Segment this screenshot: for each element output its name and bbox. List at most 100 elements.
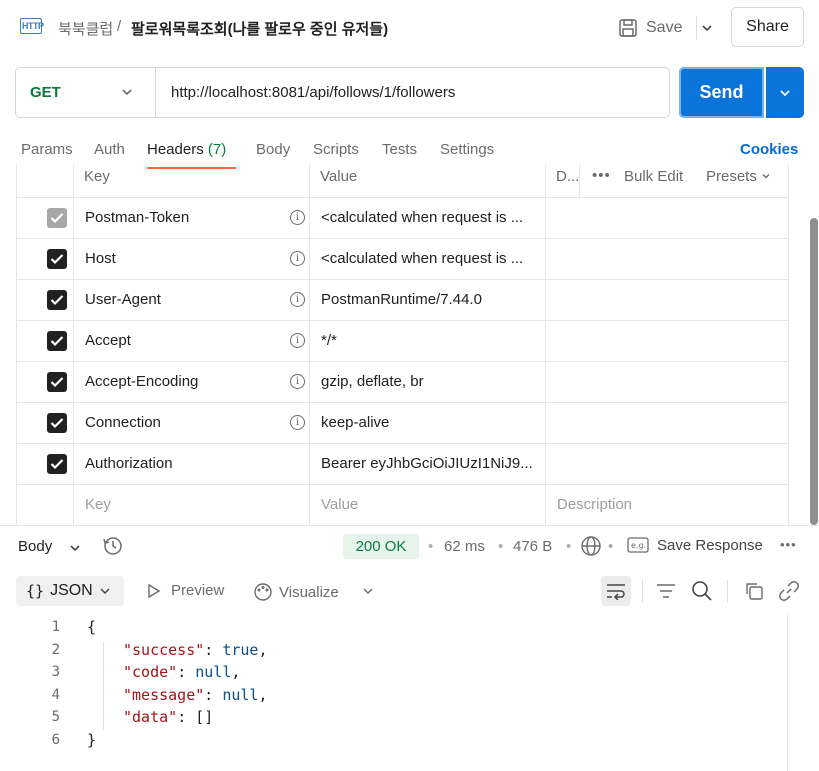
separator-dot: • bbox=[498, 538, 504, 555]
chevron-down-icon[interactable] bbox=[68, 541, 82, 555]
info-icon[interactable]: i bbox=[290, 292, 305, 307]
save-button[interactable]: Save bbox=[618, 14, 682, 42]
line-number: 1 bbox=[51, 619, 60, 635]
response-size[interactable]: 476 B bbox=[513, 538, 552, 555]
method-label: GET bbox=[30, 84, 61, 101]
table-row: Connection i keep-alive bbox=[17, 402, 788, 443]
header-key[interactable]: User-Agent bbox=[85, 291, 161, 308]
code-line: "success": true, bbox=[123, 641, 268, 659]
header-key[interactable]: Authorization bbox=[85, 455, 173, 472]
save-options-button[interactable] bbox=[696, 16, 716, 40]
json-value: [] bbox=[195, 708, 214, 726]
checkbox[interactable] bbox=[47, 331, 67, 351]
tab-headers[interactable]: Headers (7) bbox=[147, 141, 226, 158]
checkbox[interactable] bbox=[47, 372, 67, 392]
wrap-lines-button[interactable] bbox=[601, 576, 631, 606]
table-row: Host i <calculated when request is ... bbox=[17, 238, 788, 279]
json-key: "success" bbox=[123, 641, 205, 659]
status-badge[interactable]: 200 OK bbox=[343, 534, 419, 559]
table-row: User-Agent i PostmanRuntime/7.44.0 bbox=[17, 279, 788, 320]
url-input[interactable]: http://localhost:8081/api/follows/1/foll… bbox=[171, 68, 455, 117]
bulk-edit-button[interactable]: Bulk Edit bbox=[624, 168, 683, 185]
tab-body[interactable]: Body bbox=[256, 141, 290, 158]
header-key[interactable]: Accept bbox=[85, 332, 131, 349]
checkbox[interactable] bbox=[47, 454, 67, 474]
chevron-down-icon bbox=[100, 588, 110, 595]
visualize-tab[interactable]: Visualize bbox=[253, 582, 339, 602]
svg-text:e.g.: e.g. bbox=[631, 541, 646, 550]
tab-params[interactable]: Params bbox=[21, 141, 73, 158]
format-select[interactable]: {} JSON bbox=[16, 576, 124, 606]
checkbox[interactable] bbox=[47, 208, 67, 228]
top-bar: HTTP 북북클럽 / 팔로워목록조회(나를 팔로우 중인 유저들) Save … bbox=[0, 0, 819, 56]
new-description-input[interactable]: Description bbox=[557, 496, 757, 513]
header-key[interactable]: Connection bbox=[85, 414, 161, 431]
response-code-viewer[interactable]: 1 2 3 4 5 6 { "success": true, "code": n… bbox=[0, 615, 819, 771]
send-button[interactable]: Send bbox=[679, 67, 764, 118]
save-response-label: Save Response bbox=[657, 536, 763, 554]
table-row: Postman-Token i <calculated when request… bbox=[17, 197, 788, 238]
globe-icon[interactable] bbox=[580, 535, 602, 557]
presets-dropdown[interactable]: Presets bbox=[706, 168, 771, 185]
open-brace: { bbox=[87, 618, 97, 636]
new-key-input[interactable]: Key bbox=[85, 496, 111, 513]
more-options-icon[interactable]: ••• bbox=[780, 537, 797, 552]
save-response-button[interactable]: e.g. Save Response bbox=[627, 536, 763, 554]
header-value[interactable]: <calculated when request is ... bbox=[321, 209, 543, 226]
table-row-empty: Key Value Description bbox=[17, 484, 788, 525]
breadcrumb-parent[interactable]: 북북클럽 bbox=[58, 18, 113, 39]
tab-headers-label: Headers bbox=[147, 141, 204, 158]
more-options-icon[interactable]: ••• bbox=[592, 167, 611, 184]
close-brace: } bbox=[87, 731, 97, 749]
header-value[interactable]: <calculated when request is ... bbox=[321, 250, 543, 267]
indent-guide bbox=[103, 642, 104, 730]
toolbar-divider bbox=[727, 580, 728, 602]
header-value[interactable]: keep-alive bbox=[321, 414, 543, 431]
filter-icon[interactable] bbox=[656, 581, 676, 601]
checkbox[interactable] bbox=[47, 249, 67, 269]
preview-label: Preview bbox=[171, 582, 225, 599]
response-body-label[interactable]: Body bbox=[18, 538, 52, 555]
tab-auth[interactable]: Auth bbox=[94, 141, 125, 158]
share-button[interactable]: Share bbox=[731, 7, 804, 47]
response-time[interactable]: 62 ms bbox=[444, 538, 485, 555]
checkbox[interactable] bbox=[47, 290, 67, 310]
chevron-down-icon[interactable] bbox=[361, 584, 375, 598]
checkbox[interactable] bbox=[47, 413, 67, 433]
header-key[interactable]: Accept-Encoding bbox=[85, 373, 198, 390]
info-icon[interactable]: i bbox=[290, 333, 305, 348]
tab-tests[interactable]: Tests bbox=[382, 141, 417, 158]
header-value[interactable]: Bearer eyJhbGciOiJIUzI1NiJ9... bbox=[321, 455, 543, 472]
scrollbar-thumb[interactable] bbox=[810, 218, 818, 525]
info-icon[interactable]: i bbox=[290, 415, 305, 430]
info-icon[interactable]: i bbox=[290, 251, 305, 266]
search-icon[interactable] bbox=[691, 580, 713, 602]
info-icon[interactable]: i bbox=[290, 210, 305, 225]
tab-scripts[interactable]: Scripts bbox=[313, 141, 359, 158]
request-title[interactable]: 팔로워목록조회(나를 팔로우 중인 유저들) bbox=[131, 18, 388, 39]
send-options-button[interactable] bbox=[766, 67, 804, 118]
presets-label: Presets bbox=[706, 168, 757, 185]
cookies-link[interactable]: Cookies bbox=[740, 141, 798, 158]
chevron-down-icon bbox=[780, 89, 790, 96]
header-value[interactable]: PostmanRuntime/7.44.0 bbox=[321, 291, 543, 308]
header-key[interactable]: Postman-Token bbox=[85, 209, 189, 226]
info-icon[interactable]: i bbox=[290, 374, 305, 389]
history-icon[interactable] bbox=[102, 535, 124, 557]
new-value-input[interactable]: Value bbox=[321, 496, 543, 513]
copy-icon[interactable] bbox=[744, 581, 764, 601]
save-label: Save bbox=[646, 19, 683, 36]
json-key: "data" bbox=[123, 708, 178, 726]
link-icon[interactable] bbox=[778, 580, 800, 602]
header-key[interactable]: Host bbox=[85, 250, 116, 267]
tab-settings[interactable]: Settings bbox=[440, 141, 494, 158]
table-row: Accept i */* bbox=[17, 320, 788, 361]
preview-tab[interactable]: Preview bbox=[146, 582, 224, 599]
example-icon: e.g. bbox=[627, 537, 649, 553]
visualize-icon bbox=[254, 583, 272, 601]
panel-divider[interactable] bbox=[0, 525, 819, 526]
method-select[interactable]: GET bbox=[16, 68, 156, 117]
tab-headers-count: (7) bbox=[207, 141, 227, 158]
header-value[interactable]: gzip, deflate, br bbox=[321, 373, 543, 390]
header-value[interactable]: */* bbox=[321, 332, 543, 349]
